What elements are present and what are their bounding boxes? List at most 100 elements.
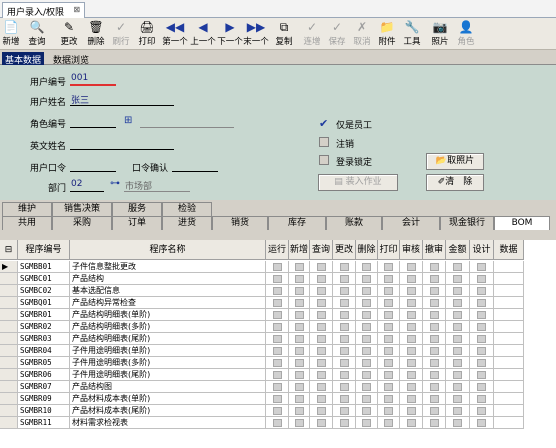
tools-button[interactable]: 🔧 工具 xyxy=(399,20,425,50)
eng-name-field[interactable] xyxy=(70,137,174,150)
permission-checkbox[interactable] xyxy=(407,419,416,427)
role-button[interactable]: 👤 角色 xyxy=(455,20,477,50)
permission-checkbox[interactable] xyxy=(340,299,349,307)
attach-button[interactable]: 📁 附件 xyxy=(376,20,398,50)
column-header[interactable]: 撤审 xyxy=(423,240,446,260)
permission-checkbox[interactable] xyxy=(273,287,282,295)
dept-code-field[interactable]: 02 xyxy=(70,179,104,192)
next-button[interactable]: ▶ 下一个 xyxy=(217,20,243,50)
permission-checkbox[interactable] xyxy=(430,371,439,379)
refresh-button[interactable]: ✓ 刷行 xyxy=(110,20,132,50)
permission-checkbox[interactable] xyxy=(453,299,462,307)
permission-checkbox[interactable] xyxy=(317,371,326,379)
permission-checkbox[interactable] xyxy=(453,419,462,427)
edit-button[interactable]: ✎ 更改 xyxy=(57,20,81,50)
permission-checkbox[interactable] xyxy=(295,263,304,271)
permission-checkbox[interactable] xyxy=(407,275,416,283)
permission-checkbox[interactable] xyxy=(317,287,326,295)
table-row[interactable]: SGMBR07 产品结构图 xyxy=(0,381,556,393)
permission-checkbox[interactable] xyxy=(430,311,439,319)
column-header[interactable]: 数据 xyxy=(494,240,524,260)
permission-checkbox[interactable] xyxy=(407,287,416,295)
permission-checkbox[interactable] xyxy=(477,383,486,391)
dept-tree-icon[interactable]: ⊶ xyxy=(110,178,120,189)
category-tab[interactable]: 会计 xyxy=(382,216,440,230)
category-tab[interactable]: 检验 xyxy=(162,202,212,216)
permission-checkbox[interactable] xyxy=(295,383,304,391)
table-row[interactable]: SGMBR06 子件用途明细表(尾阶) xyxy=(0,369,556,381)
category-tab[interactable]: 账款 xyxy=(326,216,382,230)
permission-checkbox[interactable] xyxy=(295,311,304,319)
permission-checkbox[interactable] xyxy=(477,299,486,307)
permission-checkbox[interactable] xyxy=(477,287,486,295)
permission-checkbox[interactable] xyxy=(295,395,304,403)
user-name-field[interactable]: 张三 xyxy=(70,93,174,106)
permission-checkbox[interactable] xyxy=(453,383,462,391)
category-tab[interactable]: 维护 xyxy=(2,202,52,216)
deregister-checkbox[interactable] xyxy=(319,137,329,147)
permission-checkbox[interactable] xyxy=(295,419,304,427)
permission-checkbox[interactable] xyxy=(362,263,371,271)
category-tab[interactable]: BOM xyxy=(494,216,550,230)
column-header[interactable]: 程序名称 xyxy=(70,240,266,260)
permission-checkbox[interactable] xyxy=(317,311,326,319)
permission-checkbox[interactable] xyxy=(407,407,416,415)
tab-user-entry[interactable]: 用户录入/权限 ⊠ xyxy=(2,2,86,18)
permission-checkbox[interactable] xyxy=(453,263,462,271)
permission-checkbox[interactable] xyxy=(453,323,462,331)
permission-checkbox[interactable] xyxy=(430,323,439,331)
permission-checkbox[interactable] xyxy=(477,371,486,379)
permission-checkbox[interactable] xyxy=(477,347,486,355)
category-tab[interactable]: 共用 xyxy=(2,216,52,230)
load-job-button[interactable]: ▤ 装入作业 xyxy=(318,174,398,191)
get-photo-button[interactable]: 📂取照片 xyxy=(426,153,484,170)
column-header[interactable]: 运行 xyxy=(266,240,289,260)
permission-checkbox[interactable] xyxy=(407,335,416,343)
permission-checkbox[interactable] xyxy=(273,275,282,283)
permission-checkbox[interactable] xyxy=(317,299,326,307)
table-row[interactable]: SGMBC01 产品结构 xyxy=(0,273,556,285)
permission-checkbox[interactable] xyxy=(362,275,371,283)
permission-checkbox[interactable] xyxy=(340,395,349,403)
permission-checkbox[interactable] xyxy=(317,395,326,403)
permission-checkbox[interactable] xyxy=(273,323,282,331)
permission-checkbox[interactable] xyxy=(295,335,304,343)
permission-checkbox[interactable] xyxy=(340,407,349,415)
permission-checkbox[interactable] xyxy=(453,395,462,403)
table-row[interactable]: SGMBR11 材料需求检视表 xyxy=(0,417,556,429)
table-row[interactable]: SGMBR01 产品结构明细表(单阶) xyxy=(0,309,556,321)
permission-checkbox[interactable] xyxy=(477,263,486,271)
confirm-field[interactable] xyxy=(172,159,218,172)
lookup-icon[interactable]: ⊞ xyxy=(124,115,132,126)
category-tab[interactable]: 订单 xyxy=(112,216,162,230)
permission-checkbox[interactable] xyxy=(295,359,304,367)
permission-checkbox[interactable] xyxy=(362,407,371,415)
permission-checkbox[interactable] xyxy=(340,323,349,331)
column-header[interactable]: 审核 xyxy=(400,240,423,260)
permission-checkbox[interactable] xyxy=(407,263,416,271)
permission-checkbox[interactable] xyxy=(407,395,416,403)
cancel-button[interactable]: ✗ 取消 xyxy=(350,20,374,50)
permission-checkbox[interactable] xyxy=(477,275,486,283)
permission-checkbox[interactable] xyxy=(384,287,393,295)
permission-checkbox[interactable] xyxy=(273,299,282,307)
permission-checkbox[interactable] xyxy=(362,371,371,379)
table-row[interactable]: SGMBR03 产品结构明细表(尾阶) xyxy=(0,333,556,345)
column-header[interactable]: 查询 xyxy=(310,240,333,260)
category-tab[interactable]: 库存 xyxy=(268,216,326,230)
permission-checkbox[interactable] xyxy=(430,419,439,427)
permission-checkbox[interactable] xyxy=(340,335,349,343)
permission-checkbox[interactable] xyxy=(453,275,462,283)
permission-checkbox[interactable] xyxy=(384,347,393,355)
permission-checkbox[interactable] xyxy=(384,275,393,283)
permission-checkbox[interactable] xyxy=(295,407,304,415)
save-button[interactable]: ✓ 保存 xyxy=(326,20,348,50)
permission-checkbox[interactable] xyxy=(362,347,371,355)
permission-checkbox[interactable] xyxy=(340,275,349,283)
permission-checkbox[interactable] xyxy=(384,383,393,391)
permission-checkbox[interactable] xyxy=(384,419,393,427)
permission-checkbox[interactable] xyxy=(273,371,282,379)
query-button[interactable]: 🔍 查询 xyxy=(24,20,50,50)
permission-checkbox[interactable] xyxy=(384,359,393,367)
permission-checkbox[interactable] xyxy=(340,371,349,379)
